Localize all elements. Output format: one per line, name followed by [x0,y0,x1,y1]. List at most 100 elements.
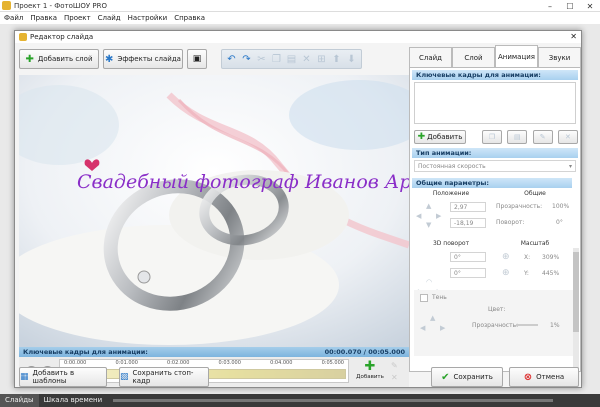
add-layer-label: Добавить слой [37,55,93,63]
properties-panel: Слайд Слой Анимация Звуки Ключевые кадры… [409,45,581,372]
position-y-field[interactable]: -18,19 [450,218,486,228]
paste-icon[interactable]: ▤ [284,51,299,67]
animation-type-select[interactable]: Постоянная скорость ▾ [414,160,576,172]
keyframes-list[interactable] [414,82,576,124]
rotate3d-label: 3D поворот [432,240,470,247]
tab-layer[interactable]: Слой [452,47,495,67]
tab-timeline[interactable]: Шкала времени [39,394,108,407]
app-logo-icon [2,1,11,10]
opacity-value[interactable]: 100% [552,203,569,210]
dialog-close-button[interactable]: ✕ [570,32,577,41]
save-frame-button[interactable]: ▨ Сохранить стоп-кадр [119,367,209,387]
rotation-value[interactable]: 0° [556,219,563,226]
timeline-header: Ключевые кадры для анимации: 00:00.070 /… [19,347,409,357]
app-title: Проект 1 - ФотоШОУ PRO [14,1,108,10]
slide-effects-label: Эффекты слайда [117,55,181,63]
close-window-button[interactable]: ✕ [580,0,600,12]
cut-icon[interactable]: ✂ [254,51,269,67]
menu-settings[interactable]: Настройки [128,14,168,22]
chevron-down-icon: ▾ [568,162,572,170]
minimize-button[interactable]: – [540,0,560,12]
paste-keyframe-icon[interactable]: ▤ [507,130,528,144]
align-icon[interactable]: ⊞ [314,51,329,67]
general-params-header: Общие параметры: [412,178,572,188]
tab-sounds[interactable]: Звуки [538,47,581,67]
rotate3d-y-field[interactable]: 0° [450,268,486,278]
shadow-checkbox[interactable] [420,294,428,302]
menu-slide[interactable]: Слайд [98,14,121,22]
move-up-icon[interactable]: ⬆ [329,51,344,67]
zoom-x-icon[interactable]: ⊕ [502,252,510,262]
scale-x-label: X: [524,254,531,261]
animation-type-value: Постоянная скорость [418,162,486,170]
menu-edit[interactable]: Правка [30,14,57,22]
dialog-titlebar: Редактор слайда ✕ [15,31,581,43]
tick-label: 0:01.000 [115,360,138,366]
delete-keyframe-tool-icon[interactable]: ✕ [557,130,578,144]
position-x-field[interactable]: 2,97 [450,202,486,212]
properties-tabs: Слайд Слой Анимация Звуки [409,45,581,67]
rotate-up-icon: ◠ [426,278,433,286]
dialog-footer: ▦ Добавить в шаблоны ▨ Сохранить стоп-ка… [19,367,579,387]
window-controls: – ☐ ✕ [540,0,600,12]
zoom-y-icon[interactable]: ⊕ [502,268,510,278]
arrow-left-icon: ◀ [416,212,422,220]
shadow-opacity-slider[interactable] [516,324,538,326]
add-layer-button[interactable]: ✚ Добавить слой [19,49,99,69]
maximize-button[interactable]: ☐ [560,0,580,12]
menu-project[interactable]: Проект [64,14,91,22]
tab-slide[interactable]: Слайд [409,47,452,67]
bottom-tabs: Слайды Шкала времени [0,394,600,407]
tick-label: 0:04.000 [270,360,293,366]
opacity-label: Прозрачность: [496,203,543,210]
cancel-icon: ⊗ [523,371,533,383]
shadow-dpad[interactable]: ▲ ◀ ▶ [420,314,446,340]
position-label: Положение [432,190,470,197]
bottom-scrollbar[interactable] [113,399,554,402]
preview-button[interactable]: ▣ [187,49,207,69]
slide-effects-button[interactable]: ✱ Эффекты слайда [103,49,183,69]
undo-icon[interactable]: ↶ [224,51,239,67]
add-to-templates-button[interactable]: ▦ Добавить в шаблоны [19,367,107,387]
dialog-logo-icon [19,33,27,41]
rotate3d-x-field[interactable]: 0° [450,252,486,262]
cancel-button[interactable]: ⊗ Отмена [509,367,579,387]
add-to-templates-label: Добавить в шаблоны [32,369,75,385]
scroll-thumb[interactable] [573,252,579,332]
keyframes-header: Ключевые кадры для анимации: [412,70,578,80]
slide-preview[interactable]: Свадебный фотограф Иванов Артем [19,75,409,347]
panel-scrollbar[interactable] [573,248,579,368]
save-button[interactable]: ✔ Сохранить [431,367,503,387]
menu-bar: Файл Правка Проект Слайд Настройки Справ… [0,12,600,24]
tick-label: 0:03.000 [218,360,241,366]
tab-animation[interactable]: Анимация [495,45,538,67]
timeline-title: Ключевые кадры для анимации: [23,348,148,356]
scale-y-value[interactable]: 445% [542,270,559,277]
scale-label: Масштаб [520,240,550,247]
copy-keyframe-icon[interactable]: ❐ [482,130,502,144]
edit-keyframe-tool-icon[interactable]: ✎ [532,130,553,144]
scale-y-label: Y: [524,270,529,277]
add-animation-keyframe-button[interactable]: ✚ Добавить [414,130,466,144]
copy-icon[interactable]: ❐ [269,51,284,67]
redo-icon[interactable]: ↷ [239,51,254,67]
general-label: Общие [524,190,546,197]
template-icon: ▦ [20,372,29,382]
picture-icon: ▨ [120,372,129,382]
menu-help[interactable]: Справка [174,14,205,22]
camera-icon: ▣ [192,54,202,64]
position-dpad[interactable]: ▲ ◀ ▶ ▼ [416,202,442,229]
tab-slides[interactable]: Слайды [0,394,39,407]
slide-caption-text[interactable]: Свадебный фотограф Иванов Артем [77,171,409,193]
menu-file[interactable]: Файл [4,14,23,22]
move-down-icon[interactable]: ⬇ [344,51,359,67]
delete-icon[interactable]: ✕ [299,51,314,67]
shadow-color-label: Цвет: [488,306,506,313]
scale-x-value[interactable]: 309% [542,254,559,261]
tick-label: 0:00.000 [64,360,87,366]
shadow-opacity-value[interactable]: 1% [550,322,560,329]
animation-type-header: Тип анимации: [412,148,578,158]
plus-icon: ✚ [417,132,426,142]
shadow-section: Тень Цвет: ▲ ◀ ▶ Прозрачность: 1% [414,290,574,356]
arrow-right-icon: ▶ [436,212,442,220]
